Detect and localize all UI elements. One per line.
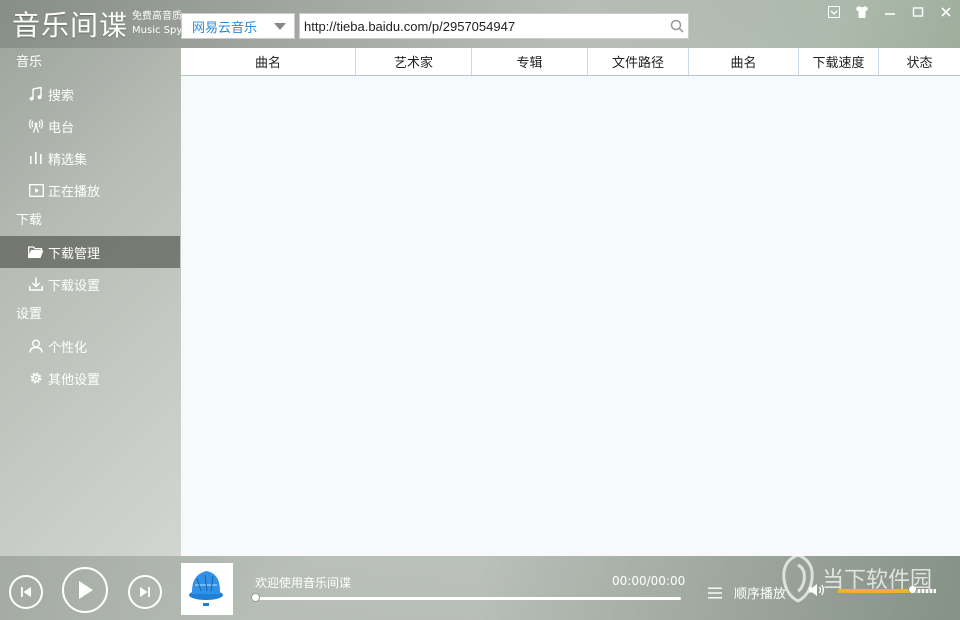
app-title-en: Music Spy bbox=[132, 25, 183, 36]
url-input[interactable] bbox=[300, 17, 666, 35]
watermark: 当下软件园 bbox=[780, 553, 932, 603]
gear-icon bbox=[28, 370, 44, 386]
sidebar-item-label: 下载设置 bbox=[48, 278, 101, 294]
sidebar-item-label: 正在播放 bbox=[48, 184, 101, 200]
sidebar-item-now-playing[interactable]: 正在播放 bbox=[0, 174, 180, 206]
source-dropdown[interactable]: 网易云音乐 bbox=[181, 13, 295, 39]
minimize-icon[interactable] bbox=[876, 0, 904, 24]
app-logo: 音乐间谍 免费高音质 Music Spy bbox=[12, 6, 182, 42]
chevron-down-icon bbox=[274, 22, 286, 30]
sidebar-item-personalize[interactable]: 个性化 bbox=[0, 330, 180, 362]
play-screen-icon bbox=[28, 182, 44, 198]
track-title: 欢迎使用音乐间谍 bbox=[255, 576, 352, 590]
watermark-text: 当下软件园 bbox=[822, 568, 933, 593]
column-header-speed[interactable]: 下载速度 bbox=[799, 48, 879, 75]
column-header-album[interactable]: 专辑 bbox=[472, 48, 588, 75]
sidebar-item-label: 精选集 bbox=[48, 152, 88, 168]
sidebar-section-music: 音乐 bbox=[16, 55, 43, 70]
sidebar-item-collections[interactable]: 精选集 bbox=[0, 142, 180, 174]
skin-icon[interactable] bbox=[848, 0, 876, 24]
sidebar-item-search[interactable]: 搜索 bbox=[0, 78, 180, 110]
sidebar-item-other-settings[interactable]: 其他设置 bbox=[0, 362, 180, 394]
progress-bar[interactable] bbox=[251, 593, 681, 602]
column-header-artist[interactable]: 艺术家 bbox=[356, 48, 472, 75]
progress-knob[interactable] bbox=[251, 593, 260, 602]
table-header: 曲名 艺术家 专辑 文件路径 曲名 下载速度 状态 bbox=[181, 48, 960, 76]
app-title: 音乐间谍 bbox=[12, 9, 129, 42]
previous-icon bbox=[21, 587, 31, 597]
playlist-icon[interactable] bbox=[708, 584, 722, 603]
top-bar: 音乐间谍 免费高音质 Music Spy 网易云音乐 bbox=[0, 0, 960, 48]
menu-icon[interactable] bbox=[820, 0, 848, 24]
radio-icon bbox=[28, 118, 44, 134]
column-header-title[interactable]: 曲名 bbox=[181, 48, 356, 75]
close-icon[interactable] bbox=[932, 0, 960, 24]
url-search-box[interactable] bbox=[299, 13, 689, 39]
window-controls bbox=[820, 0, 960, 24]
playback-time: 00:00/00:00 bbox=[612, 574, 686, 588]
sidebar-item-download-settings[interactable]: 下载设置 bbox=[0, 268, 180, 300]
sidebar-item-label: 搜索 bbox=[48, 88, 75, 104]
play-button[interactable] bbox=[62, 567, 108, 613]
sidebar: 音乐 搜索 电台 精选集 正在播放 下载 下载管理 下载设置 设置 个性化 其他… bbox=[0, 48, 180, 556]
next-icon bbox=[140, 587, 150, 597]
user-icon bbox=[28, 338, 44, 354]
folder-icon bbox=[28, 244, 44, 260]
sidebar-section-download: 下载 bbox=[16, 213, 43, 228]
watermark-logo-icon bbox=[782, 553, 814, 603]
sidebar-item-label: 下载管理 bbox=[48, 246, 101, 262]
download-table: 曲名 艺术家 专辑 文件路径 曲名 下载速度 状态 bbox=[181, 48, 960, 556]
sidebar-item-label: 个性化 bbox=[48, 340, 88, 356]
column-header-file-path[interactable]: 文件路径 bbox=[588, 48, 689, 75]
app-tagline: 免费高音质 bbox=[132, 11, 183, 22]
play-mode-button[interactable]: 顺序播放 bbox=[734, 583, 786, 602]
sidebar-item-radio[interactable]: 电台 bbox=[0, 110, 180, 142]
bars-icon bbox=[28, 150, 44, 166]
download-icon bbox=[28, 276, 44, 292]
play-icon bbox=[79, 581, 93, 599]
sidebar-item-download-manager[interactable]: 下载管理 bbox=[0, 236, 180, 268]
maximize-icon[interactable] bbox=[904, 0, 932, 24]
sidebar-item-label: 其他设置 bbox=[48, 372, 101, 388]
music-note-icon bbox=[28, 86, 44, 102]
sidebar-item-label: 电台 bbox=[48, 120, 75, 136]
album-cover[interactable] bbox=[181, 563, 233, 615]
sidebar-section-settings: 设置 bbox=[16, 307, 43, 322]
column-header-status[interactable]: 状态 bbox=[879, 48, 960, 75]
source-selected: 网易云音乐 bbox=[192, 20, 258, 36]
next-button[interactable] bbox=[128, 575, 162, 609]
search-icon[interactable] bbox=[666, 15, 688, 37]
hat-cover-icon bbox=[189, 571, 223, 606]
previous-button[interactable] bbox=[9, 575, 43, 609]
column-header-title-2[interactable]: 曲名 bbox=[689, 48, 799, 75]
